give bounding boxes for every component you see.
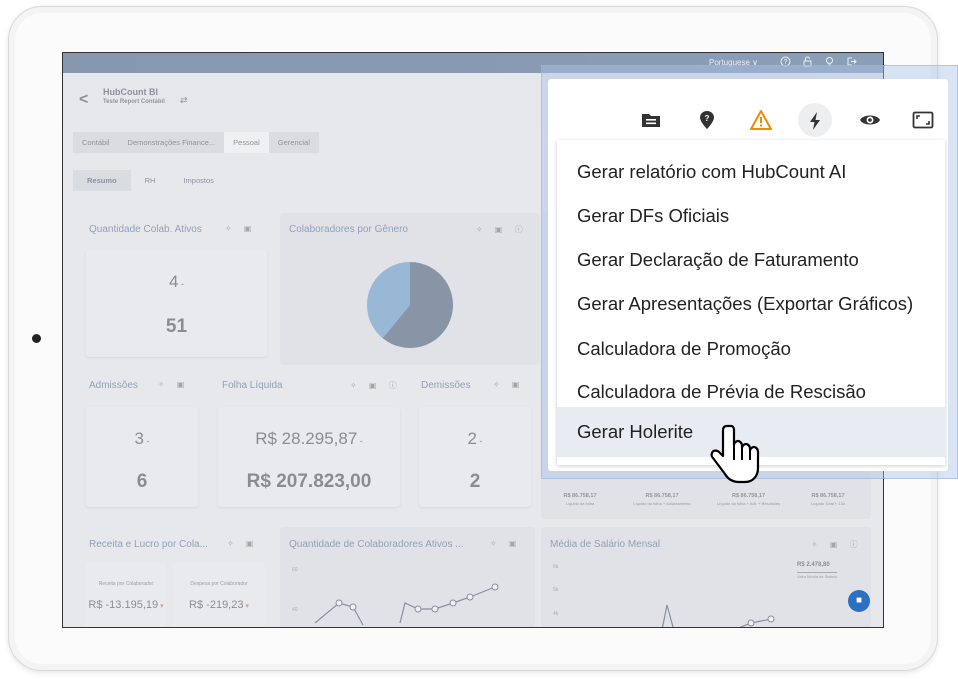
mini-value: R$ -219,23 ▾	[189, 599, 249, 611]
line-chart-point	[747, 619, 755, 627]
card-title-folha: Folha Líquida	[222, 380, 283, 391]
y-tick: 4k	[553, 611, 559, 617]
swap-icon[interactable]: ⇄	[180, 95, 188, 106]
card-actions-icon[interactable]: ✧ ▣	[227, 539, 258, 548]
card-actions-icon[interactable]: ✧ ▣ ⓘ	[811, 539, 863, 550]
subtab-impostos[interactable]: Impostos	[169, 170, 227, 191]
kpi-admissoes: 3 - 6	[86, 407, 198, 507]
folder-icon[interactable]	[639, 109, 663, 133]
kpi-folha-liquida: R$ 28.295,87 - R$ 207.823,00	[218, 407, 400, 507]
kpi-qtd-colab: 4 - 51	[86, 250, 267, 357]
tablet-home-dot	[32, 334, 41, 343]
card-title-receita: Receita e Lucro por Cola...	[89, 539, 208, 550]
card-actions-icon[interactable]: ✧ ▣	[490, 539, 521, 548]
app-title: HubCount BI	[103, 87, 158, 97]
tab-pessoal[interactable]: Pessoal	[224, 132, 269, 153]
sub-tabs: Resumo RH Impostos	[73, 170, 228, 191]
tab-contabil[interactable]: Contábil	[73, 132, 119, 153]
kpi-value-primary: R$ 28.295,87 -	[255, 429, 363, 448]
line-chart-point	[767, 615, 775, 623]
mini-receita: Receita por Colaborador R$ -13.195,19 ▾	[86, 563, 166, 627]
back-icon[interactable]: <	[79, 91, 88, 109]
card-title-salario: Média de Salário Mensal	[550, 539, 661, 550]
card-genero: Colaboradores por Gênero ✧ ▣ ⓘ	[280, 213, 540, 365]
report-subtitle: Teste Report Contábil	[103, 99, 165, 105]
card-title-demissoes: Demissões	[421, 380, 471, 391]
tab-demonstracoes[interactable]: Demonstrações Finance...	[118, 132, 225, 153]
line-chart-salario	[661, 604, 775, 627]
menu-item-relatorio-ai[interactable]: Gerar relatório com HubCount AI	[557, 151, 945, 193]
kpi-value-primary: 3 -	[134, 429, 150, 448]
mini-value: R$ -13.195,19 ▾	[88, 599, 164, 611]
gender-pie-chart	[367, 262, 453, 348]
line-chart-point	[335, 599, 343, 607]
card-title-genero: Colaboradores por Gênero	[289, 224, 408, 235]
line-chart-point	[449, 599, 457, 607]
card-qtd-ativos: Quantidade de Colaboradores Ativos ... ✧…	[280, 527, 535, 627]
line-chart-point	[431, 605, 439, 613]
card-actions-icon[interactable]: ✧ ▣ ⓘ	[476, 224, 528, 235]
kpi-demissoes: 2 - 2	[419, 407, 531, 507]
y-tick: 40	[292, 607, 298, 613]
salario-note-value: R$ 2.478,80	[797, 562, 830, 568]
mini-despesa: Despesa por Colaborador R$ -219,23 ▾	[173, 563, 265, 627]
card-salario: Média de Salário Mensal ✧ ▣ ⓘ 6k 5k 4k R…	[541, 527, 871, 627]
card-actions-icon[interactable]: ✧ ▣	[225, 224, 256, 233]
kpi-value-primary: 2 -	[467, 429, 483, 448]
hand-cursor-icon	[710, 424, 760, 484]
line-chart-point	[349, 603, 357, 611]
subtab-rh[interactable]: RH	[131, 170, 170, 191]
actions-dropdown: Gerar relatório com HubCount AI Gerar DF…	[557, 140, 945, 465]
mini-label: Receita por Colaborador	[98, 581, 154, 587]
folha-legend-item: R$ 86.758,17 Líquido da folha + Adt. + Re…	[717, 493, 780, 506]
folha-legend-item: R$ 86.758,17 Líquido Total + 13o	[811, 493, 845, 506]
card-actions-icon[interactable]: ✧ ▣	[493, 380, 524, 389]
kpi-value-secondary: R$ 207.823,00	[246, 471, 372, 492]
menu-item-declaracao-faturamento[interactable]: Gerar Declaração de Faturamento	[557, 239, 945, 281]
folha-legend-item: R$ 86.758,17 Líquido da folha + Adiantame…	[633, 493, 691, 506]
line-chart-ativos	[314, 583, 499, 626]
tab-gerencial[interactable]: Gerencial	[268, 132, 319, 153]
kpi-value-secondary: 6	[136, 471, 148, 492]
main-tabs: Contábil Demonstrações Finance... Pessoa…	[73, 132, 319, 153]
y-tick: 5k	[553, 587, 559, 593]
card-actions-icon[interactable]: ✧ ▣ ⓘ	[350, 380, 402, 391]
menu-item-apresentacoes[interactable]: Gerar Apresentações (Exportar Gráficos)	[557, 283, 945, 325]
chat-icon[interactable]: ■	[848, 590, 870, 612]
eye-icon[interactable]	[858, 109, 882, 133]
card-title-qtd-colab: Quantidade Colab. Ativos	[89, 224, 202, 235]
salario-note-label: Valor Média de Salário	[797, 572, 838, 579]
y-tick: 6k	[553, 564, 559, 570]
location-pin-icon[interactable]: ?	[695, 109, 719, 133]
folha-legend-item: R$ 86.758,17 Líquido da folha	[563, 493, 597, 506]
warning-icon[interactable]	[749, 109, 773, 133]
kpi-value-primary: 4 -	[169, 272, 184, 291]
line-chart-point	[414, 605, 422, 613]
menu-item-dfs-oficiais[interactable]: Gerar DFs Oficiais	[557, 195, 945, 237]
line-chart-point	[466, 593, 474, 601]
subtab-resumo[interactable]: Resumo	[73, 170, 131, 191]
card-title-qtd-ativos: Quantidade de Colaboradores Ativos ...	[289, 539, 464, 550]
menu-item-calc-promocao[interactable]: Calculadora de Promoção	[557, 328, 945, 370]
card-title-admissoes: Admissões	[89, 380, 138, 391]
kpi-value-secondary: 51	[165, 316, 188, 337]
card-actions-icon[interactable]: ✧ ▣	[158, 380, 189, 389]
kpi-value-secondary: 2	[469, 471, 481, 492]
svg-text:?: ?	[705, 114, 710, 123]
lightning-icon[interactable]	[798, 103, 832, 137]
line-chart-point	[491, 583, 499, 591]
mini-label: Despesa por Colaborador	[190, 581, 248, 587]
y-tick: 60	[292, 567, 298, 573]
fullscreen-icon[interactable]	[911, 109, 935, 133]
